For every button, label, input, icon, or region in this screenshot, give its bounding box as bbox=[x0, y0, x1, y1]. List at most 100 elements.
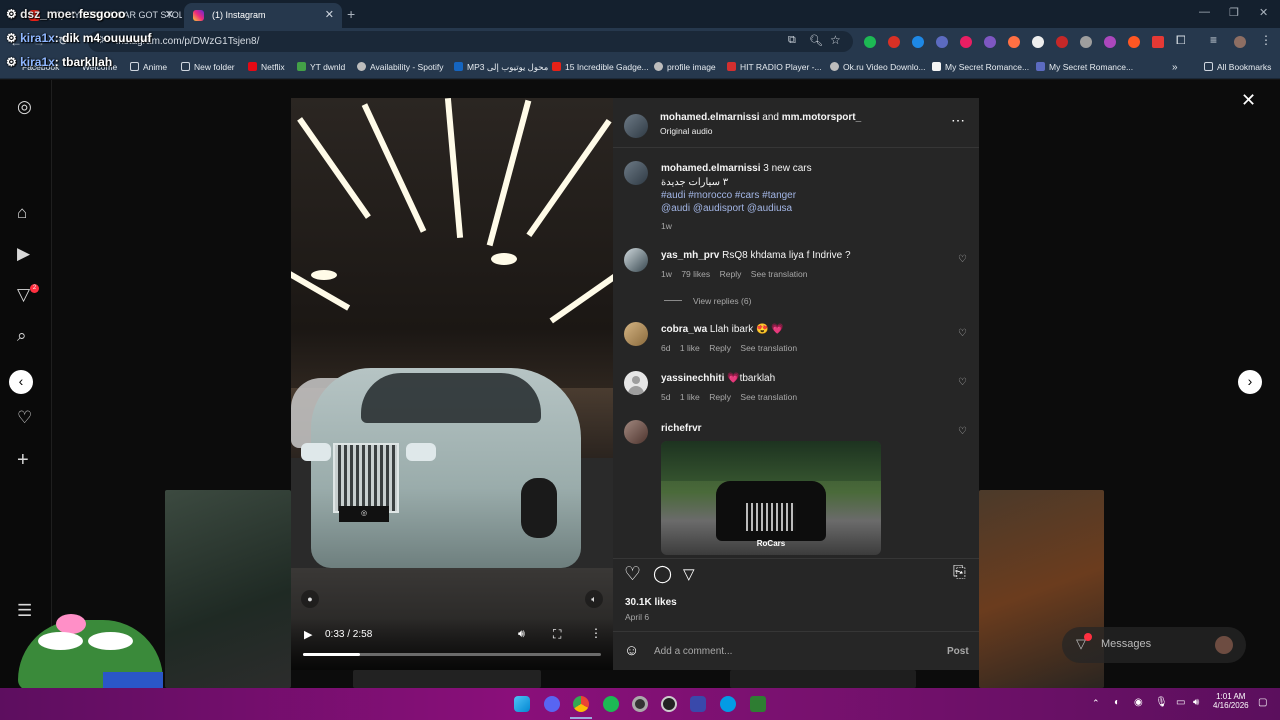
extension-icon[interactable] bbox=[1104, 36, 1116, 48]
extension-icon[interactable] bbox=[1080, 36, 1092, 48]
reply-button[interactable]: Reply bbox=[709, 392, 731, 402]
close-icon[interactable]: ✕ bbox=[325, 8, 334, 21]
minimize-button[interactable]: — bbox=[1199, 6, 1210, 18]
chrome-icon[interactable] bbox=[573, 696, 589, 712]
extension-icon[interactable] bbox=[1008, 36, 1020, 48]
telegram-icon[interactable] bbox=[720, 696, 736, 712]
like-comment-icon[interactable]: ♡ bbox=[958, 377, 967, 388]
profile-avatar[interactable] bbox=[1234, 36, 1246, 48]
app-icon[interactable] bbox=[690, 696, 706, 712]
like-icon[interactable]: ♡ bbox=[624, 563, 641, 586]
caption-mentions[interactable]: @audi @audisport @audiusa bbox=[661, 203, 792, 214]
bookmark-star-icon[interactable]: ☆ bbox=[830, 33, 841, 47]
obs-icon[interactable] bbox=[632, 696, 648, 712]
clock[interactable]: 1:01 AM 4/16/2026 bbox=[1213, 692, 1249, 710]
post-video[interactable]: ◎ ● 🔈︎ ▶ 0:33 / 2:58 🔊︎ ⛶ ⋮ bbox=[291, 98, 613, 670]
close-icon[interactable]: ✕ bbox=[1241, 90, 1256, 111]
bookmark-item[interactable]: My Secret Romance... bbox=[932, 62, 1029, 72]
home-icon[interactable]: ⌂ bbox=[17, 203, 27, 223]
author-link[interactable]: mohamed.elmarnissi bbox=[660, 112, 759, 123]
caption-username[interactable]: mohamed.elmarnissi bbox=[661, 163, 760, 174]
audio-muted-icon[interactable]: 🔈︎ bbox=[585, 590, 603, 608]
comment-image[interactable]: RoCars bbox=[661, 441, 881, 555]
extension-icon[interactable] bbox=[864, 36, 876, 48]
reply-button[interactable]: Reply bbox=[720, 269, 742, 279]
bookmark-item[interactable]: profile image bbox=[654, 62, 716, 72]
avatar[interactable] bbox=[624, 248, 648, 272]
create-icon[interactable]: + bbox=[17, 449, 29, 472]
extension-icon[interactable] bbox=[936, 36, 948, 48]
bookmark-item[interactable]: Ok.ru Video Downlo... bbox=[830, 62, 926, 72]
search-icon[interactable]: ⌕ bbox=[17, 326, 27, 346]
see-translation-button[interactable]: See translation bbox=[740, 392, 797, 402]
extension-icon[interactable] bbox=[984, 36, 996, 48]
bookmark-item[interactable]: YT dwnld bbox=[297, 62, 345, 72]
save-bookmark-icon[interactable]: ⎘ bbox=[953, 564, 966, 582]
bookmark-item[interactable]: Anime bbox=[130, 62, 167, 72]
like-comment-icon[interactable]: ♡ bbox=[958, 254, 967, 265]
background-post-thumbnail[interactable] bbox=[730, 670, 916, 688]
reading-list-icon[interactable]: ≡ bbox=[1210, 33, 1217, 47]
network-icon[interactable]: ▭ bbox=[1176, 697, 1185, 708]
microphone-icon[interactable]: 🎙︎ bbox=[1155, 697, 1168, 708]
comment-likes[interactable]: 1 like bbox=[680, 392, 700, 402]
background-post-thumbnail[interactable] bbox=[353, 670, 541, 688]
close-icon[interactable]: ✕ bbox=[165, 8, 174, 21]
caption-hashtags[interactable]: #audi #morocco #cars #tanger bbox=[661, 190, 796, 201]
maximize-button[interactable]: ❐ bbox=[1229, 6, 1239, 19]
like-comment-icon[interactable]: ♡ bbox=[958, 426, 967, 437]
extension-icon[interactable] bbox=[1056, 36, 1068, 48]
see-translation-button[interactable]: See translation bbox=[740, 343, 797, 353]
start-windows-icon[interactable] bbox=[514, 696, 530, 712]
notification-center-icon[interactable]: ▢ bbox=[1258, 697, 1267, 708]
volume-icon[interactable]: 🔊︎ bbox=[518, 628, 525, 641]
terminal-icon[interactable] bbox=[750, 696, 766, 712]
avatar[interactable] bbox=[624, 114, 648, 138]
background-post-thumbnail[interactable] bbox=[165, 490, 291, 688]
view-replies-button[interactable]: View replies (6) bbox=[693, 296, 751, 306]
comment-icon[interactable]: ◯ bbox=[653, 564, 672, 584]
comment-likes[interactable]: 1 like bbox=[680, 343, 700, 353]
reels-icon[interactable]: ▶ bbox=[17, 244, 30, 264]
extension-icon[interactable] bbox=[1152, 36, 1164, 48]
avatar[interactable] bbox=[624, 161, 648, 185]
bookmark-item[interactable]: 15 Incredible Gadge... bbox=[552, 62, 649, 72]
next-post-button[interactable]: › bbox=[1238, 370, 1262, 394]
bookmark-item[interactable]: Netflix bbox=[248, 62, 285, 72]
all-bookmarks-button[interactable]: All Bookmarks bbox=[1204, 62, 1271, 72]
bookmarks-overflow-icon[interactable]: » bbox=[1172, 62, 1178, 73]
steam-icon[interactable] bbox=[661, 696, 677, 712]
bookmark-item[interactable]: HIT RADIO Player -... bbox=[727, 62, 822, 72]
bookmark-item[interactable]: New folder bbox=[181, 62, 235, 72]
tray-discord-icon[interactable]: ◉ bbox=[1134, 697, 1143, 708]
video-progress-track[interactable] bbox=[303, 653, 601, 656]
post-comment-button[interactable]: Post bbox=[947, 646, 969, 657]
window-close-button[interactable]: ✕ bbox=[1259, 6, 1268, 19]
discord-icon[interactable] bbox=[544, 696, 560, 712]
bookmark-item[interactable]: MP3 محول يوتيوب إلى bbox=[454, 62, 548, 73]
bookmark-item[interactable]: My Secret Romance... bbox=[1036, 62, 1133, 72]
tagged-user-icon[interactable]: ● bbox=[301, 590, 319, 608]
avatar[interactable] bbox=[624, 371, 648, 395]
bookmark-item[interactable]: Availability - Spotify bbox=[357, 62, 444, 72]
video-options-icon[interactable]: ⋮ bbox=[590, 626, 602, 640]
coauthor-link[interactable]: mm.motorsport_ bbox=[782, 112, 861, 123]
fullscreen-icon[interactable]: ⛶ bbox=[553, 627, 561, 642]
avatar[interactable] bbox=[624, 322, 648, 346]
more-options-icon[interactable]: ⋯ bbox=[951, 112, 965, 129]
reply-button[interactable]: Reply bbox=[709, 343, 731, 353]
more-menu-icon[interactable]: ☰ bbox=[17, 601, 32, 621]
menu-dots-icon[interactable]: ⋮ bbox=[1260, 33, 1272, 47]
comment-likes[interactable]: 79 likes bbox=[681, 269, 710, 279]
extension-icon[interactable] bbox=[1032, 36, 1044, 48]
comment-username[interactable]: yassinechhiti bbox=[661, 373, 724, 384]
messages-button[interactable]: ▽ Messages bbox=[1062, 627, 1246, 663]
extension-icon[interactable] bbox=[888, 36, 900, 48]
likes-count[interactable]: 30.1K likes bbox=[625, 597, 677, 608]
direct-icon[interactable]: ▽ bbox=[17, 285, 30, 305]
emoji-icon[interactable]: ☺ bbox=[624, 642, 639, 659]
comment-username[interactable]: yas_mh_prv bbox=[661, 250, 719, 261]
zoom-icon[interactable]: 🔍︎ bbox=[809, 34, 823, 47]
tab-instagram[interactable]: (1) Instagram ✕ bbox=[184, 3, 342, 28]
instagram-logo-icon[interactable]: ◎ bbox=[17, 97, 32, 117]
